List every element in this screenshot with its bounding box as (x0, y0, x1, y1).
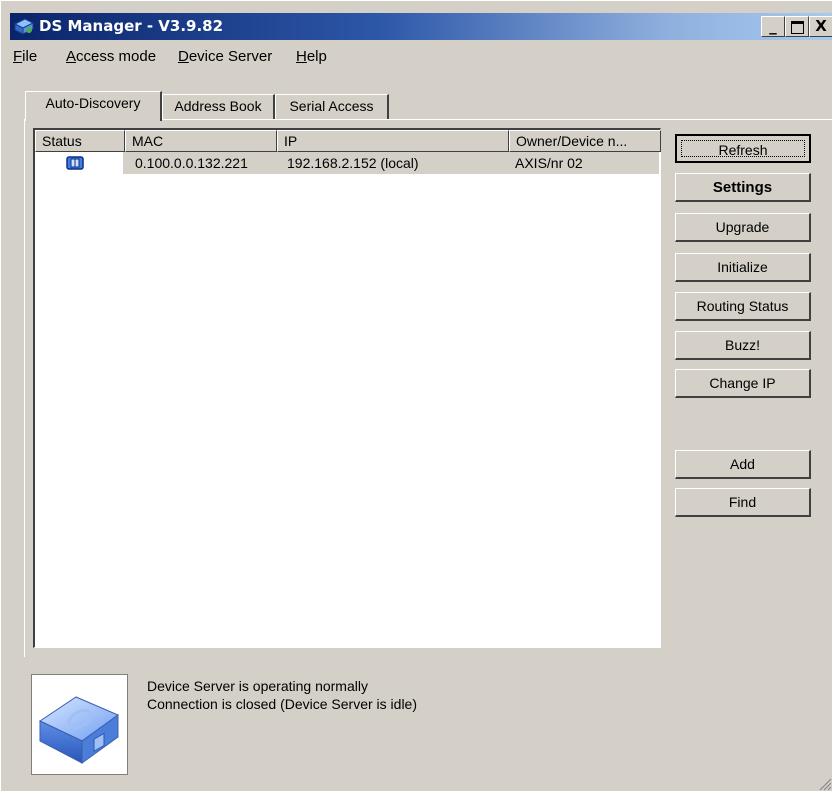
app-icon (13, 18, 35, 35)
menu-file-label: ile (22, 48, 38, 65)
tab-address-book[interactable]: Address Book (162, 94, 275, 119)
menu-access-mode[interactable]: Access mode (66, 48, 156, 65)
table-row[interactable]: 0.100.0.0.132.221 192.168.2.152 (local) … (35, 152, 661, 174)
device-server-icon (66, 156, 84, 170)
menu-device-server[interactable]: Device Server (178, 48, 272, 65)
column-status[interactable]: Status (35, 130, 125, 152)
routing-status-button[interactable]: Routing Status (675, 292, 811, 321)
cell-mac: 0.100.0.0.132.221 (135, 155, 248, 171)
refresh-button-label: Refresh (681, 140, 805, 158)
maximize-icon (790, 21, 804, 34)
cell-ip: 192.168.2.152 (local) (287, 155, 419, 171)
tab-serial-access[interactable]: Serial Access (275, 94, 389, 119)
window-title: DS Manager - V3.9.82 (39, 17, 224, 35)
minimize-button[interactable]: _ (761, 16, 785, 37)
menu-help-accel: H (296, 48, 307, 65)
close-button[interactable]: X (809, 16, 832, 37)
buzz-button[interactable]: Buzz! (675, 331, 811, 360)
settings-button[interactable]: Settings (675, 173, 811, 202)
column-ip[interactable]: IP (277, 130, 509, 152)
upgrade-button[interactable]: Upgrade (675, 213, 811, 242)
menu-help-label: elp (306, 48, 327, 65)
device-list[interactable]: Status MAC IP Owner/Device n... 0.100.0.… (33, 128, 661, 648)
list-header: Status MAC IP Owner/Device n... (35, 130, 661, 152)
change-ip-button[interactable]: Change IP (675, 369, 811, 398)
column-owner[interactable]: Owner/Device n... (509, 130, 661, 152)
menu-device-accel: D (178, 48, 189, 65)
status-line-1: Device Server is operating normally (147, 678, 368, 694)
refresh-button[interactable]: Refresh (675, 134, 811, 163)
menu-bar: File Access mode Device Server Help (10, 45, 832, 69)
resize-grip-icon[interactable] (816, 775, 832, 791)
cell-owner: AXIS/nr 02 (515, 155, 583, 171)
device-server-icon (38, 696, 120, 764)
column-mac[interactable]: MAC (125, 130, 277, 152)
status-device-panel (31, 674, 128, 775)
menu-access-label: ccess mode (76, 48, 157, 65)
menu-access-accel: A (66, 48, 77, 65)
menu-file[interactable]: File (13, 48, 37, 65)
menu-file-accel: F (13, 48, 23, 65)
find-button[interactable]: Find (675, 488, 811, 517)
menu-device-label: evice Server (188, 48, 273, 65)
initialize-button[interactable]: Initialize (675, 253, 811, 282)
status-line-2: Connection is closed (Device Server is i… (147, 696, 417, 712)
title-bar[interactable]: DS Manager - V3.9.82 _ X (10, 13, 832, 40)
maximize-button[interactable] (785, 16, 809, 37)
add-button[interactable]: Add (675, 450, 811, 479)
ds-manager-window: DS Manager - V3.9.82 _ X File Access mod… (0, 0, 832, 791)
tab-auto-discovery[interactable]: Auto-Discovery (25, 91, 162, 121)
menu-help[interactable]: Help (296, 48, 327, 65)
